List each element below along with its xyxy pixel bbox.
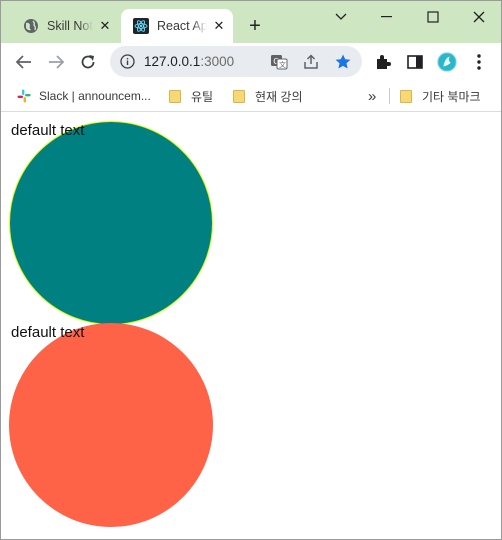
bookmark-label: 유틸 bbox=[191, 89, 214, 104]
share-icon[interactable] bbox=[302, 53, 320, 71]
info-icon[interactable] bbox=[120, 54, 135, 69]
tab-react-app[interactable]: React App ✕ bbox=[121, 9, 233, 43]
folder-icon bbox=[400, 89, 412, 103]
bookmark-other-bookmarks[interactable]: 기타 북마크 bbox=[400, 87, 481, 105]
circle-block-tomato: default text bbox=[9, 323, 213, 527]
bookmark-folder-util[interactable]: 유틸 bbox=[169, 87, 213, 105]
side-panel-icon[interactable] bbox=[405, 52, 425, 72]
circle-label: default text bbox=[11, 122, 85, 139]
address-bar[interactable]: 127.0.0.1:3000 G文 bbox=[110, 46, 362, 77]
tomato-circle bbox=[9, 323, 213, 527]
tab-close-icon[interactable]: ✕ bbox=[211, 18, 227, 34]
tab-title: Skill Notes bbox=[47, 19, 93, 33]
circle-label: default text bbox=[11, 324, 85, 341]
reload-icon bbox=[81, 55, 95, 69]
bookmarks-bar: Slack | announcem... 유틸 현재 강의 » 기타 북마크 bbox=[1, 81, 501, 112]
browser-window: Skill Notes ✕ React App ✕ + bbox=[0, 0, 502, 540]
arrow-right-icon bbox=[49, 55, 65, 69]
tab-skill-notes[interactable]: Skill Notes ✕ bbox=[11, 9, 119, 43]
bookmarks-overflow-button[interactable]: » bbox=[368, 87, 376, 105]
url-text[interactable]: 127.0.0.1:3000 bbox=[144, 54, 234, 69]
svg-text:文: 文 bbox=[279, 60, 286, 69]
bookmarks-divider bbox=[389, 88, 390, 104]
tab-strip: Skill Notes ✕ React App ✕ + bbox=[1, 1, 501, 43]
folder-icon bbox=[233, 89, 245, 103]
toolbar: 127.0.0.1:3000 G文 bbox=[1, 43, 501, 81]
maximize-icon[interactable] bbox=[413, 5, 453, 29]
new-tab-button[interactable]: + bbox=[245, 16, 265, 36]
react-icon bbox=[133, 18, 149, 34]
bookmark-star-icon[interactable] bbox=[334, 53, 352, 71]
extensions-icon[interactable] bbox=[373, 52, 393, 72]
page-viewport: default text default text bbox=[1, 112, 501, 539]
chevron-down-icon[interactable] bbox=[321, 5, 361, 29]
tab-close-icon[interactable]: ✕ bbox=[97, 18, 113, 34]
bookmark-folder-current-course[interactable]: 현재 강의 bbox=[233, 87, 303, 105]
folder-icon bbox=[169, 89, 181, 103]
minimize-icon[interactable] bbox=[367, 5, 407, 29]
url-host: 127.0.0.1 bbox=[144, 54, 201, 69]
translate-icon[interactable]: G文 bbox=[270, 53, 288, 71]
circle-block-teal: default text bbox=[9, 121, 213, 325]
profile-avatar[interactable] bbox=[437, 52, 457, 72]
arrow-left-icon bbox=[15, 55, 31, 69]
forward-button[interactable] bbox=[43, 49, 69, 75]
url-port: :3000 bbox=[200, 54, 235, 69]
reload-button[interactable] bbox=[75, 49, 101, 75]
tab-title: React App bbox=[157, 19, 207, 33]
teal-circle bbox=[9, 121, 213, 325]
kebab-menu-icon[interactable] bbox=[469, 52, 489, 72]
close-icon[interactable] bbox=[459, 5, 499, 29]
bookmark-label: 기타 북마크 bbox=[422, 89, 481, 104]
bookmark-slack[interactable]: Slack | announcem... bbox=[17, 87, 151, 105]
globe-icon bbox=[23, 18, 39, 34]
bookmark-label: Slack | announcem... bbox=[39, 89, 151, 103]
bookmark-label: 현재 강의 bbox=[255, 89, 303, 104]
slack-icon bbox=[17, 89, 31, 103]
back-button[interactable] bbox=[11, 49, 37, 75]
